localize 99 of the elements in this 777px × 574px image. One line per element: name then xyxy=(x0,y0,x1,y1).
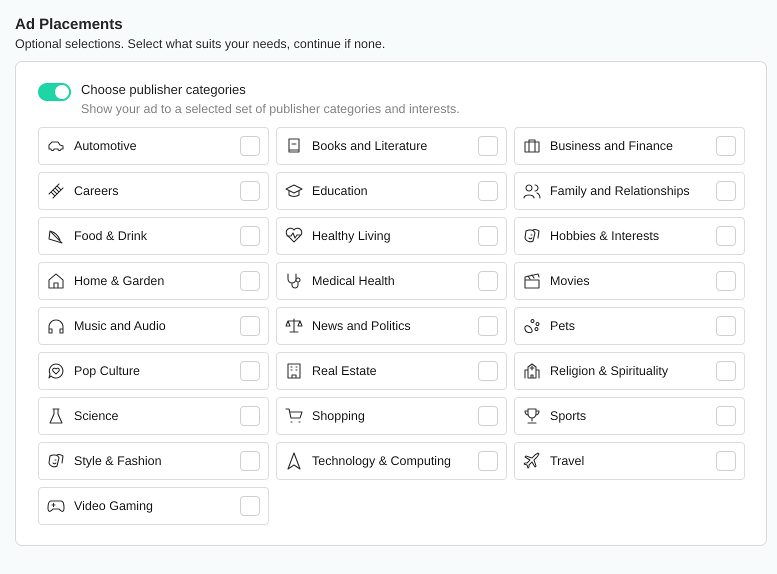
checkbox[interactable] xyxy=(240,181,260,201)
category-label: Shopping xyxy=(312,409,366,423)
category-option[interactable]: Pets xyxy=(514,307,745,345)
checkbox[interactable] xyxy=(716,181,736,201)
checkbox[interactable] xyxy=(240,226,260,246)
cart-icon xyxy=(285,407,303,425)
category-label: Pop Culture xyxy=(74,364,142,378)
category-label: Family and Relationships xyxy=(550,184,691,198)
checkbox[interactable] xyxy=(240,361,260,381)
checkbox[interactable] xyxy=(478,271,498,291)
category-option[interactable]: Careers xyxy=(38,172,269,210)
checkbox[interactable] xyxy=(716,361,736,381)
category-option[interactable]: Education xyxy=(276,172,507,210)
category-option[interactable]: Music and Audio xyxy=(38,307,269,345)
category-label: Healthy Living xyxy=(312,229,392,243)
category-label: Sports xyxy=(550,409,588,423)
toggle-description: Show your ad to a selected set of publisher categories and interests. xyxy=(81,102,460,116)
category-option[interactable]: Shopping xyxy=(276,397,507,435)
category-label: Food & Drink xyxy=(74,229,148,243)
category-option[interactable]: News and Politics xyxy=(276,307,507,345)
category-option[interactable]: Travel xyxy=(514,442,745,480)
category-option[interactable]: Books and Literature xyxy=(276,127,507,165)
clapperboard-icon xyxy=(523,272,541,290)
checkbox[interactable] xyxy=(478,181,498,201)
category-option[interactable]: Technology & Computing xyxy=(276,442,507,480)
checkbox[interactable] xyxy=(240,451,260,471)
heart-chat-icon xyxy=(47,362,65,380)
briefcase-icon xyxy=(523,137,541,155)
airplane-icon xyxy=(523,452,541,470)
category-label: Education xyxy=(312,184,369,198)
heart-pulse-icon xyxy=(285,227,303,245)
category-option[interactable]: Pop Culture xyxy=(38,352,269,390)
category-option[interactable]: Hobbies & Interests xyxy=(514,217,745,255)
people-icon xyxy=(523,182,541,200)
category-option[interactable]: Healthy Living xyxy=(276,217,507,255)
checkbox[interactable] xyxy=(240,136,260,156)
checkbox[interactable] xyxy=(716,136,736,156)
category-label: Video Gaming xyxy=(74,499,154,513)
flask-icon xyxy=(47,407,65,425)
category-option[interactable]: Real Estate xyxy=(276,352,507,390)
category-label: Home & Garden xyxy=(74,274,166,288)
category-option[interactable]: Video Gaming xyxy=(38,487,269,525)
category-option[interactable]: Religion & Spirituality xyxy=(514,352,745,390)
category-label: Hobbies & Interests xyxy=(550,229,660,243)
checkbox[interactable] xyxy=(716,451,736,471)
checkbox[interactable] xyxy=(478,361,498,381)
category-option[interactable]: Science xyxy=(38,397,269,435)
category-label: News and Politics xyxy=(312,319,412,333)
category-label: Medical Health xyxy=(312,274,396,288)
checkbox[interactable] xyxy=(240,271,260,291)
checkbox[interactable] xyxy=(716,406,736,426)
headphones-icon xyxy=(47,317,65,335)
category-option[interactable]: Sports xyxy=(514,397,745,435)
checkbox[interactable] xyxy=(716,316,736,336)
ladder-icon xyxy=(47,182,65,200)
trophy-icon xyxy=(523,407,541,425)
category-label: Religion & Spirituality xyxy=(550,364,670,378)
house-icon xyxy=(47,272,65,290)
checkbox[interactable] xyxy=(478,316,498,336)
checkbox[interactable] xyxy=(240,496,260,516)
category-label: Careers xyxy=(74,184,120,198)
category-label: Automotive xyxy=(74,139,138,153)
toggle-label: Choose publisher categories xyxy=(81,82,247,97)
category-label: Style & Fashion xyxy=(74,454,163,468)
category-option[interactable]: Movies xyxy=(514,262,745,300)
category-label: Business and Finance xyxy=(550,139,674,153)
section-title: Ad Placements xyxy=(15,16,124,33)
category-label: Science xyxy=(74,409,120,423)
navigation-arrow-icon xyxy=(285,452,303,470)
category-label: Movies xyxy=(550,274,591,288)
checkbox[interactable] xyxy=(478,226,498,246)
toggle-switch[interactable] xyxy=(38,83,71,101)
checkbox[interactable] xyxy=(240,316,260,336)
category-option[interactable]: Automotive xyxy=(38,127,269,165)
category-label: Travel xyxy=(550,454,586,468)
checkbox[interactable] xyxy=(716,226,736,246)
scales-icon xyxy=(285,317,303,335)
section-subtitle: Optional selections. Select what suits your needs, continue if none. xyxy=(15,37,386,51)
category-option[interactable]: Style & Fashion xyxy=(38,442,269,480)
checkbox[interactable] xyxy=(478,406,498,426)
category-label: Pets xyxy=(550,319,576,333)
checkbox[interactable] xyxy=(240,406,260,426)
category-option[interactable]: Home & Garden xyxy=(38,262,269,300)
category-label: Music and Audio xyxy=(74,319,167,333)
category-option[interactable]: Business and Finance xyxy=(514,127,745,165)
checkbox[interactable] xyxy=(716,271,736,291)
graduation-cap-icon xyxy=(285,182,303,200)
checkbox[interactable] xyxy=(478,451,498,471)
category-label: Real Estate xyxy=(312,364,378,378)
category-option[interactable]: Food & Drink xyxy=(38,217,269,255)
category-label: Books and Literature xyxy=(312,139,428,153)
category-option[interactable]: Family and Relationships xyxy=(514,172,745,210)
category-option[interactable]: Medical Health xyxy=(276,262,507,300)
stethoscope-icon xyxy=(285,272,303,290)
church-icon xyxy=(523,362,541,380)
paw-icon xyxy=(523,317,541,335)
category-label: Technology & Computing xyxy=(312,454,452,468)
checkbox[interactable] xyxy=(478,136,498,156)
building-icon xyxy=(285,362,303,380)
